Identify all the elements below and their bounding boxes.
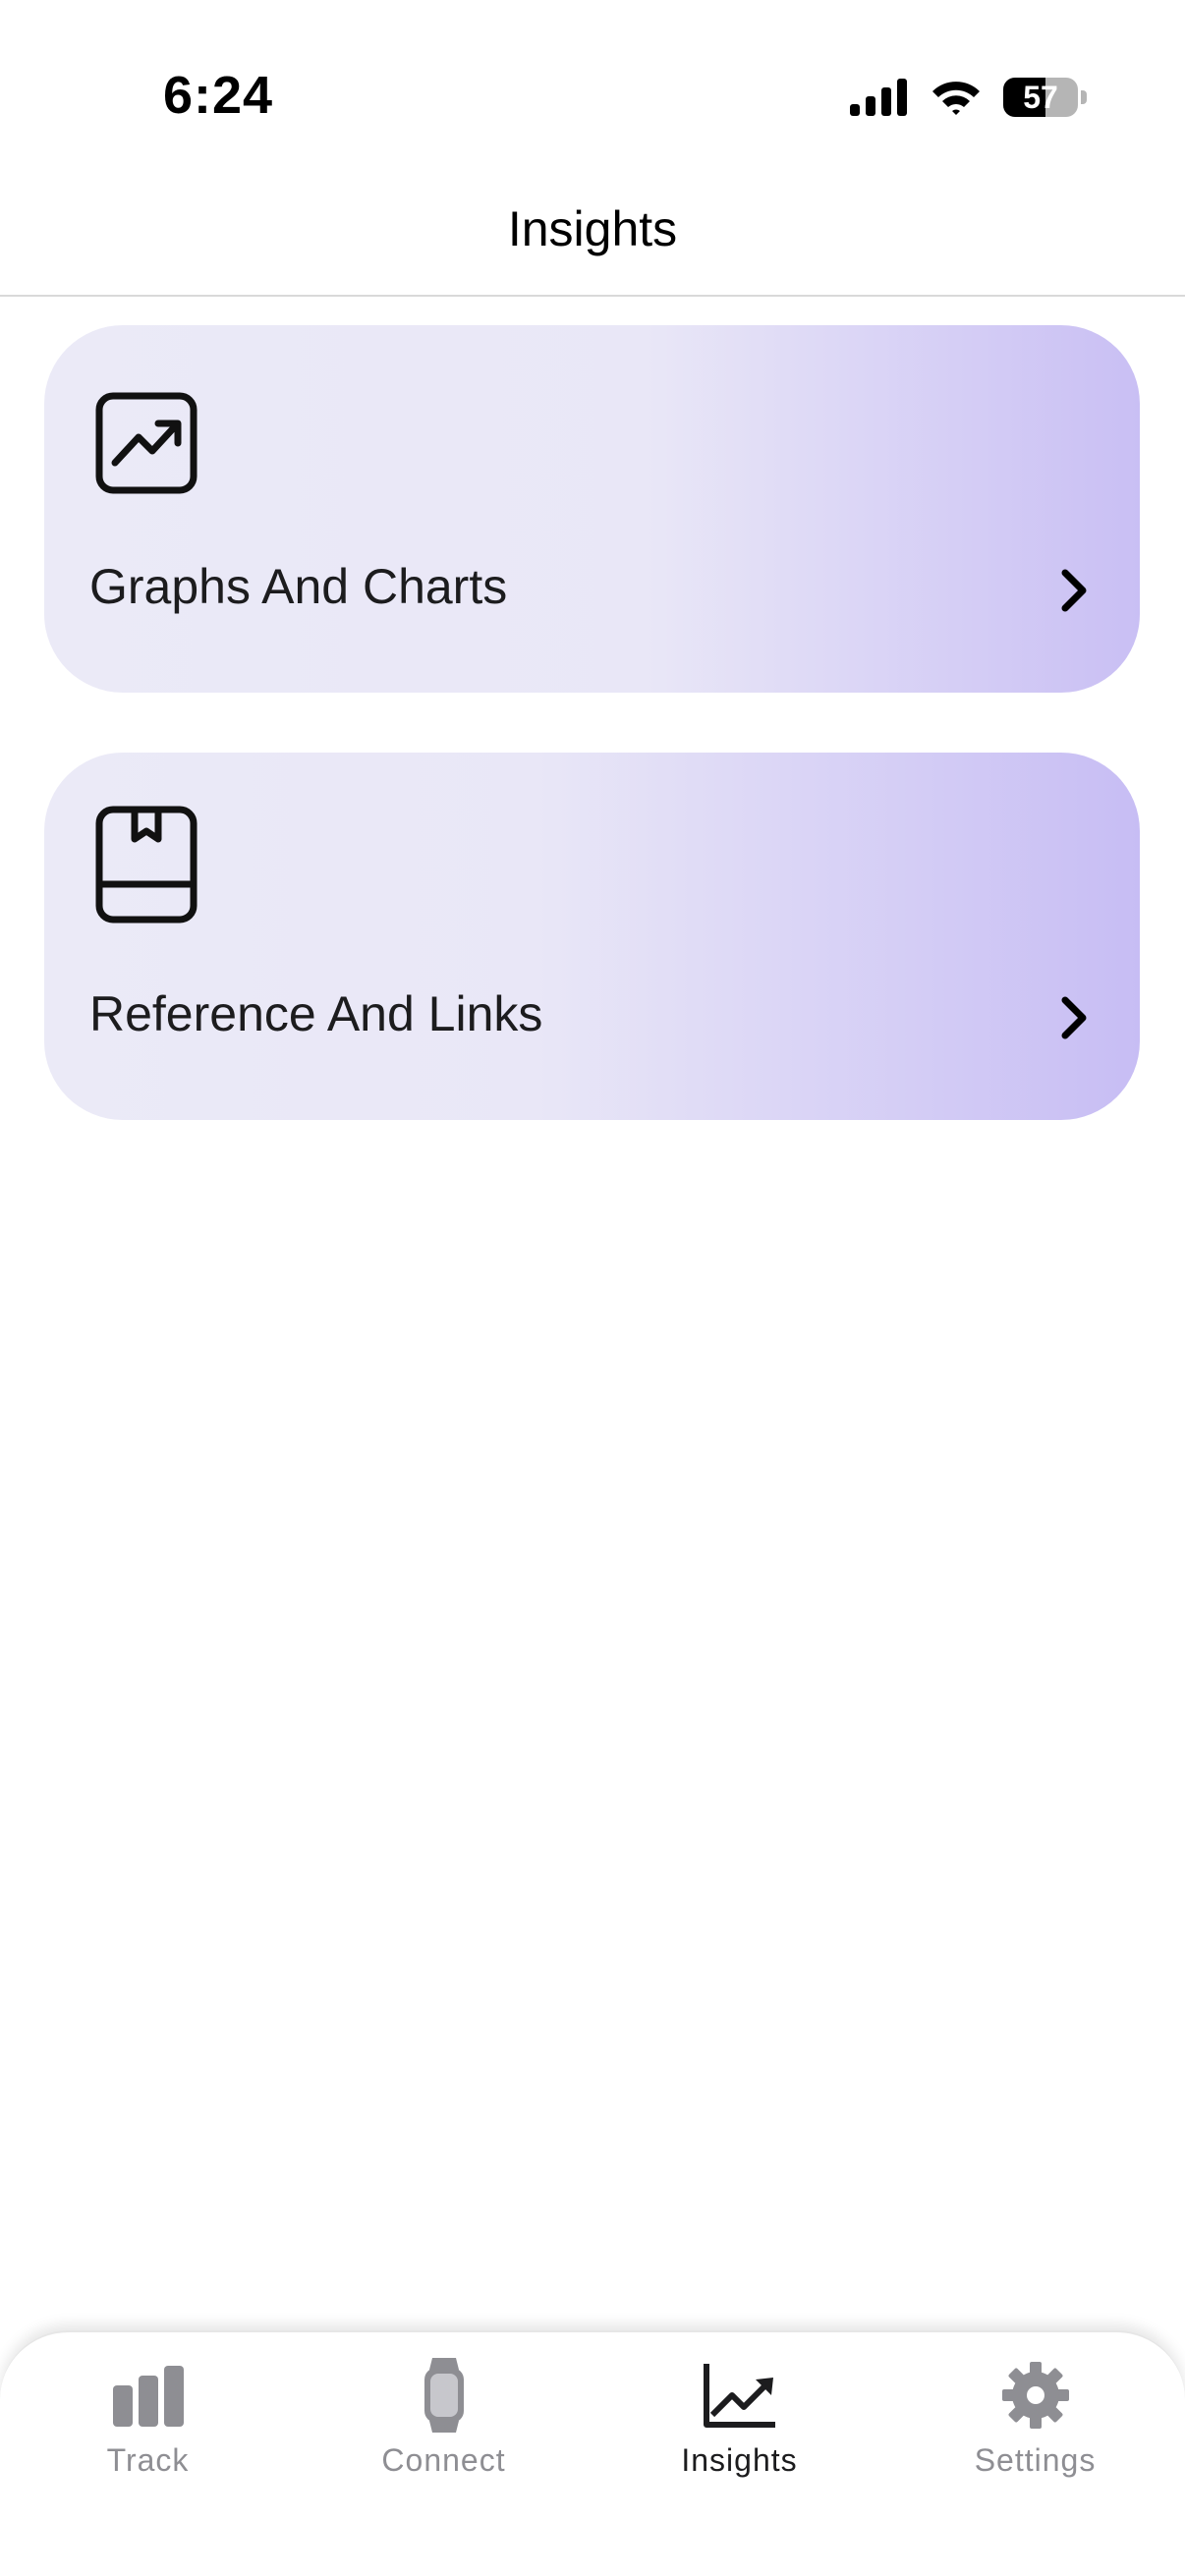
graphs-and-charts-card[interactable]: Graphs And Charts — [44, 325, 1140, 693]
status-bar: 6:24 57 — [0, 0, 1185, 187]
tab-label: Connect — [381, 2442, 506, 2478]
chevron-right-icon — [1061, 569, 1087, 612]
insights-screen: 6:24 57 Insights Graphs And Charts Refer… — [0, 0, 1185, 2576]
card-label: Graphs And Charts — [89, 559, 508, 614]
cellular-signal-icon — [850, 79, 907, 116]
tab-track[interactable]: Track — [0, 2332, 296, 2529]
line-chart-icon — [95, 392, 198, 494]
chevron-right-icon — [1061, 996, 1087, 1039]
tab-settings[interactable]: Settings — [887, 2332, 1183, 2529]
status-icons: 57 — [850, 73, 1087, 122]
wifi-icon — [932, 82, 980, 115]
watch-icon — [423, 2358, 464, 2433]
header-divider — [0, 295, 1185, 297]
status-time: 6:24 — [163, 66, 274, 125]
battery-cap — [1081, 90, 1087, 104]
bookmark-book-icon — [95, 806, 198, 924]
tab-label: Settings — [974, 2442, 1097, 2478]
bar-chart-icon — [112, 2366, 184, 2427]
tab-label: Insights — [681, 2442, 798, 2478]
tab-bar: Track Connect Insights Settings — [0, 2330, 1185, 2576]
trend-chart-icon — [703, 2364, 775, 2428]
page-title: Insights — [507, 201, 678, 256]
battery-icon: 57 — [1003, 78, 1078, 117]
gear-icon — [1001, 2362, 1069, 2429]
tab-insights[interactable]: Insights — [592, 2332, 887, 2529]
card-label: Reference And Links — [89, 986, 543, 1041]
tab-label: Track — [106, 2442, 190, 2478]
battery-level: 57 — [1023, 79, 1058, 115]
reference-and-links-card[interactable]: Reference And Links — [44, 753, 1140, 1120]
tab-connect[interactable]: Connect — [296, 2332, 592, 2529]
